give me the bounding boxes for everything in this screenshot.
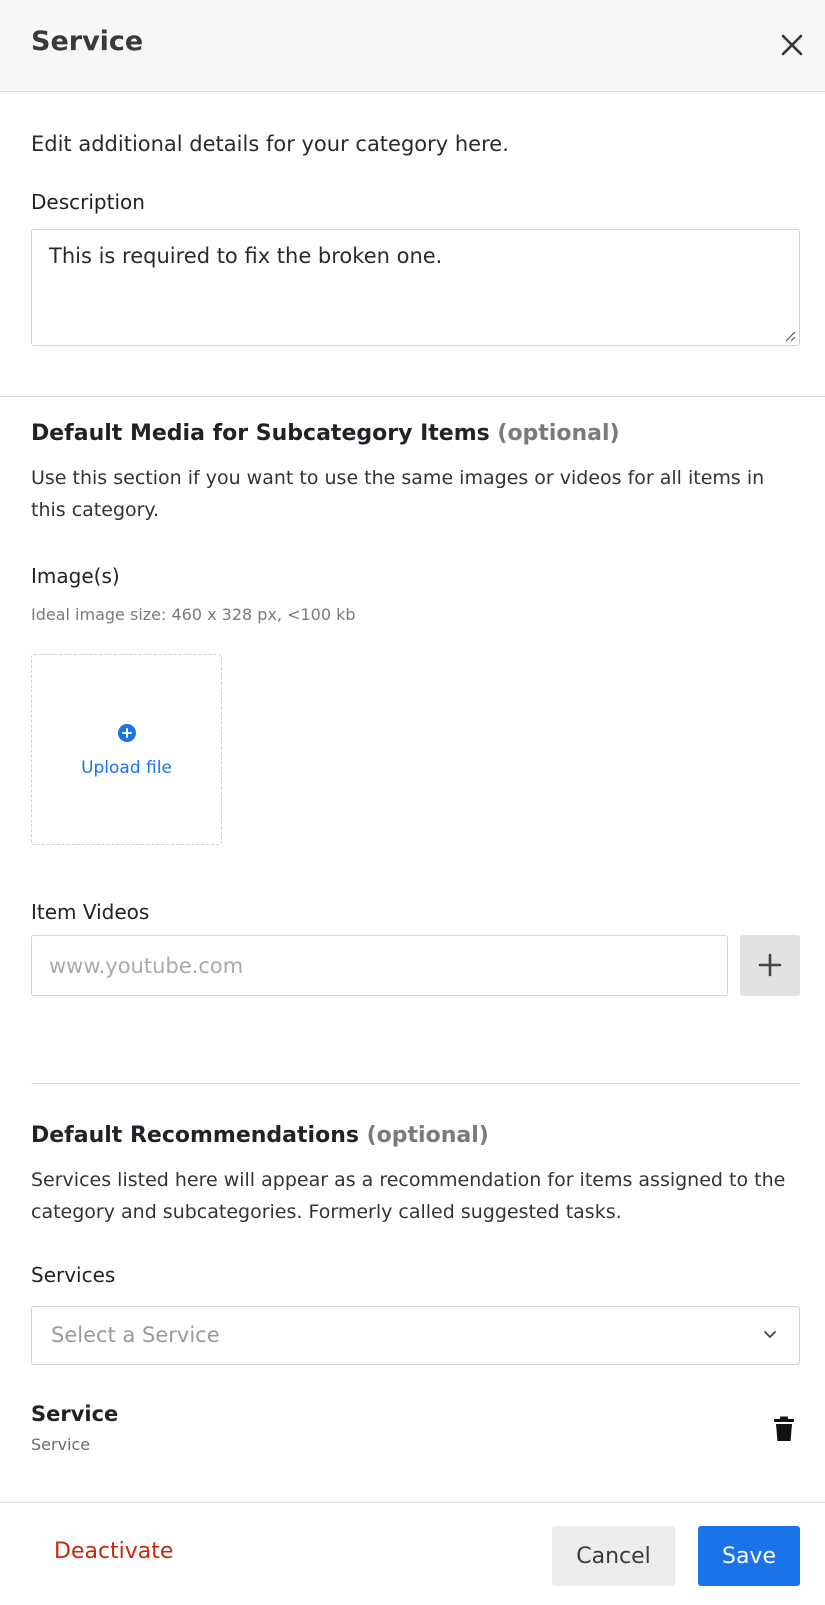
upload-file-label: Upload file [81, 758, 172, 778]
recommended-service-name: Service [31, 1402, 119, 1426]
image-size-hint: Ideal image size: 460 x 328 px, <100 kb [31, 605, 356, 624]
media-section-desc: Use this section if you want to use the … [31, 467, 765, 521]
description-value: This is required to fix the broken one. [49, 244, 443, 268]
description-textarea[interactable]: This is required to fix the broken one. [31, 229, 800, 346]
recommendations-title-text: Default Recommendations [31, 1123, 359, 1148]
media-title-text: Default Media for Subcategory Items [31, 421, 490, 446]
images-label: Image(s) [31, 564, 120, 588]
plus-circle-icon [118, 724, 136, 742]
chevron-down-icon [764, 1331, 776, 1339]
media-section-title: Default Media for Subcategory Items (opt… [31, 421, 620, 446]
deactivate-button[interactable]: Deactivate [54, 1539, 173, 1564]
intro-text: Edit additional details for your categor… [31, 132, 509, 156]
save-button[interactable]: Save [698, 1526, 800, 1586]
add-video-button[interactable] [740, 935, 800, 996]
services-label: Services [31, 1263, 116, 1287]
trash-icon[interactable] [773, 1416, 795, 1442]
plus-icon [758, 953, 782, 977]
recommendations-section-title: Default Recommendations (optional) [31, 1123, 489, 1148]
resize-handle-icon[interactable] [784, 330, 796, 342]
upload-file-dropzone[interactable]: Upload file [31, 654, 222, 845]
section-divider [0, 396, 825, 397]
recommendations-section-desc: Services listed here will appear as a re… [31, 1169, 786, 1223]
recommended-service-subtitle: Service [31, 1435, 91, 1454]
footer-divider [0, 1502, 825, 1503]
cancel-button[interactable]: Cancel [552, 1526, 675, 1586]
recommendations-optional-tag: (optional) [366, 1123, 489, 1148]
item-videos-label: Item Videos [31, 900, 150, 924]
service-select-placeholder: Select a Service [51, 1323, 220, 1347]
section-divider [31, 1083, 800, 1084]
service-select[interactable]: Select a Service [31, 1306, 800, 1365]
video-url-input[interactable] [31, 935, 728, 996]
modal-title: Service [31, 26, 144, 57]
modal-header: Service [0, 0, 825, 92]
description-label: Description [31, 190, 145, 214]
media-optional-tag: (optional) [497, 421, 620, 446]
close-icon[interactable] [780, 33, 804, 57]
